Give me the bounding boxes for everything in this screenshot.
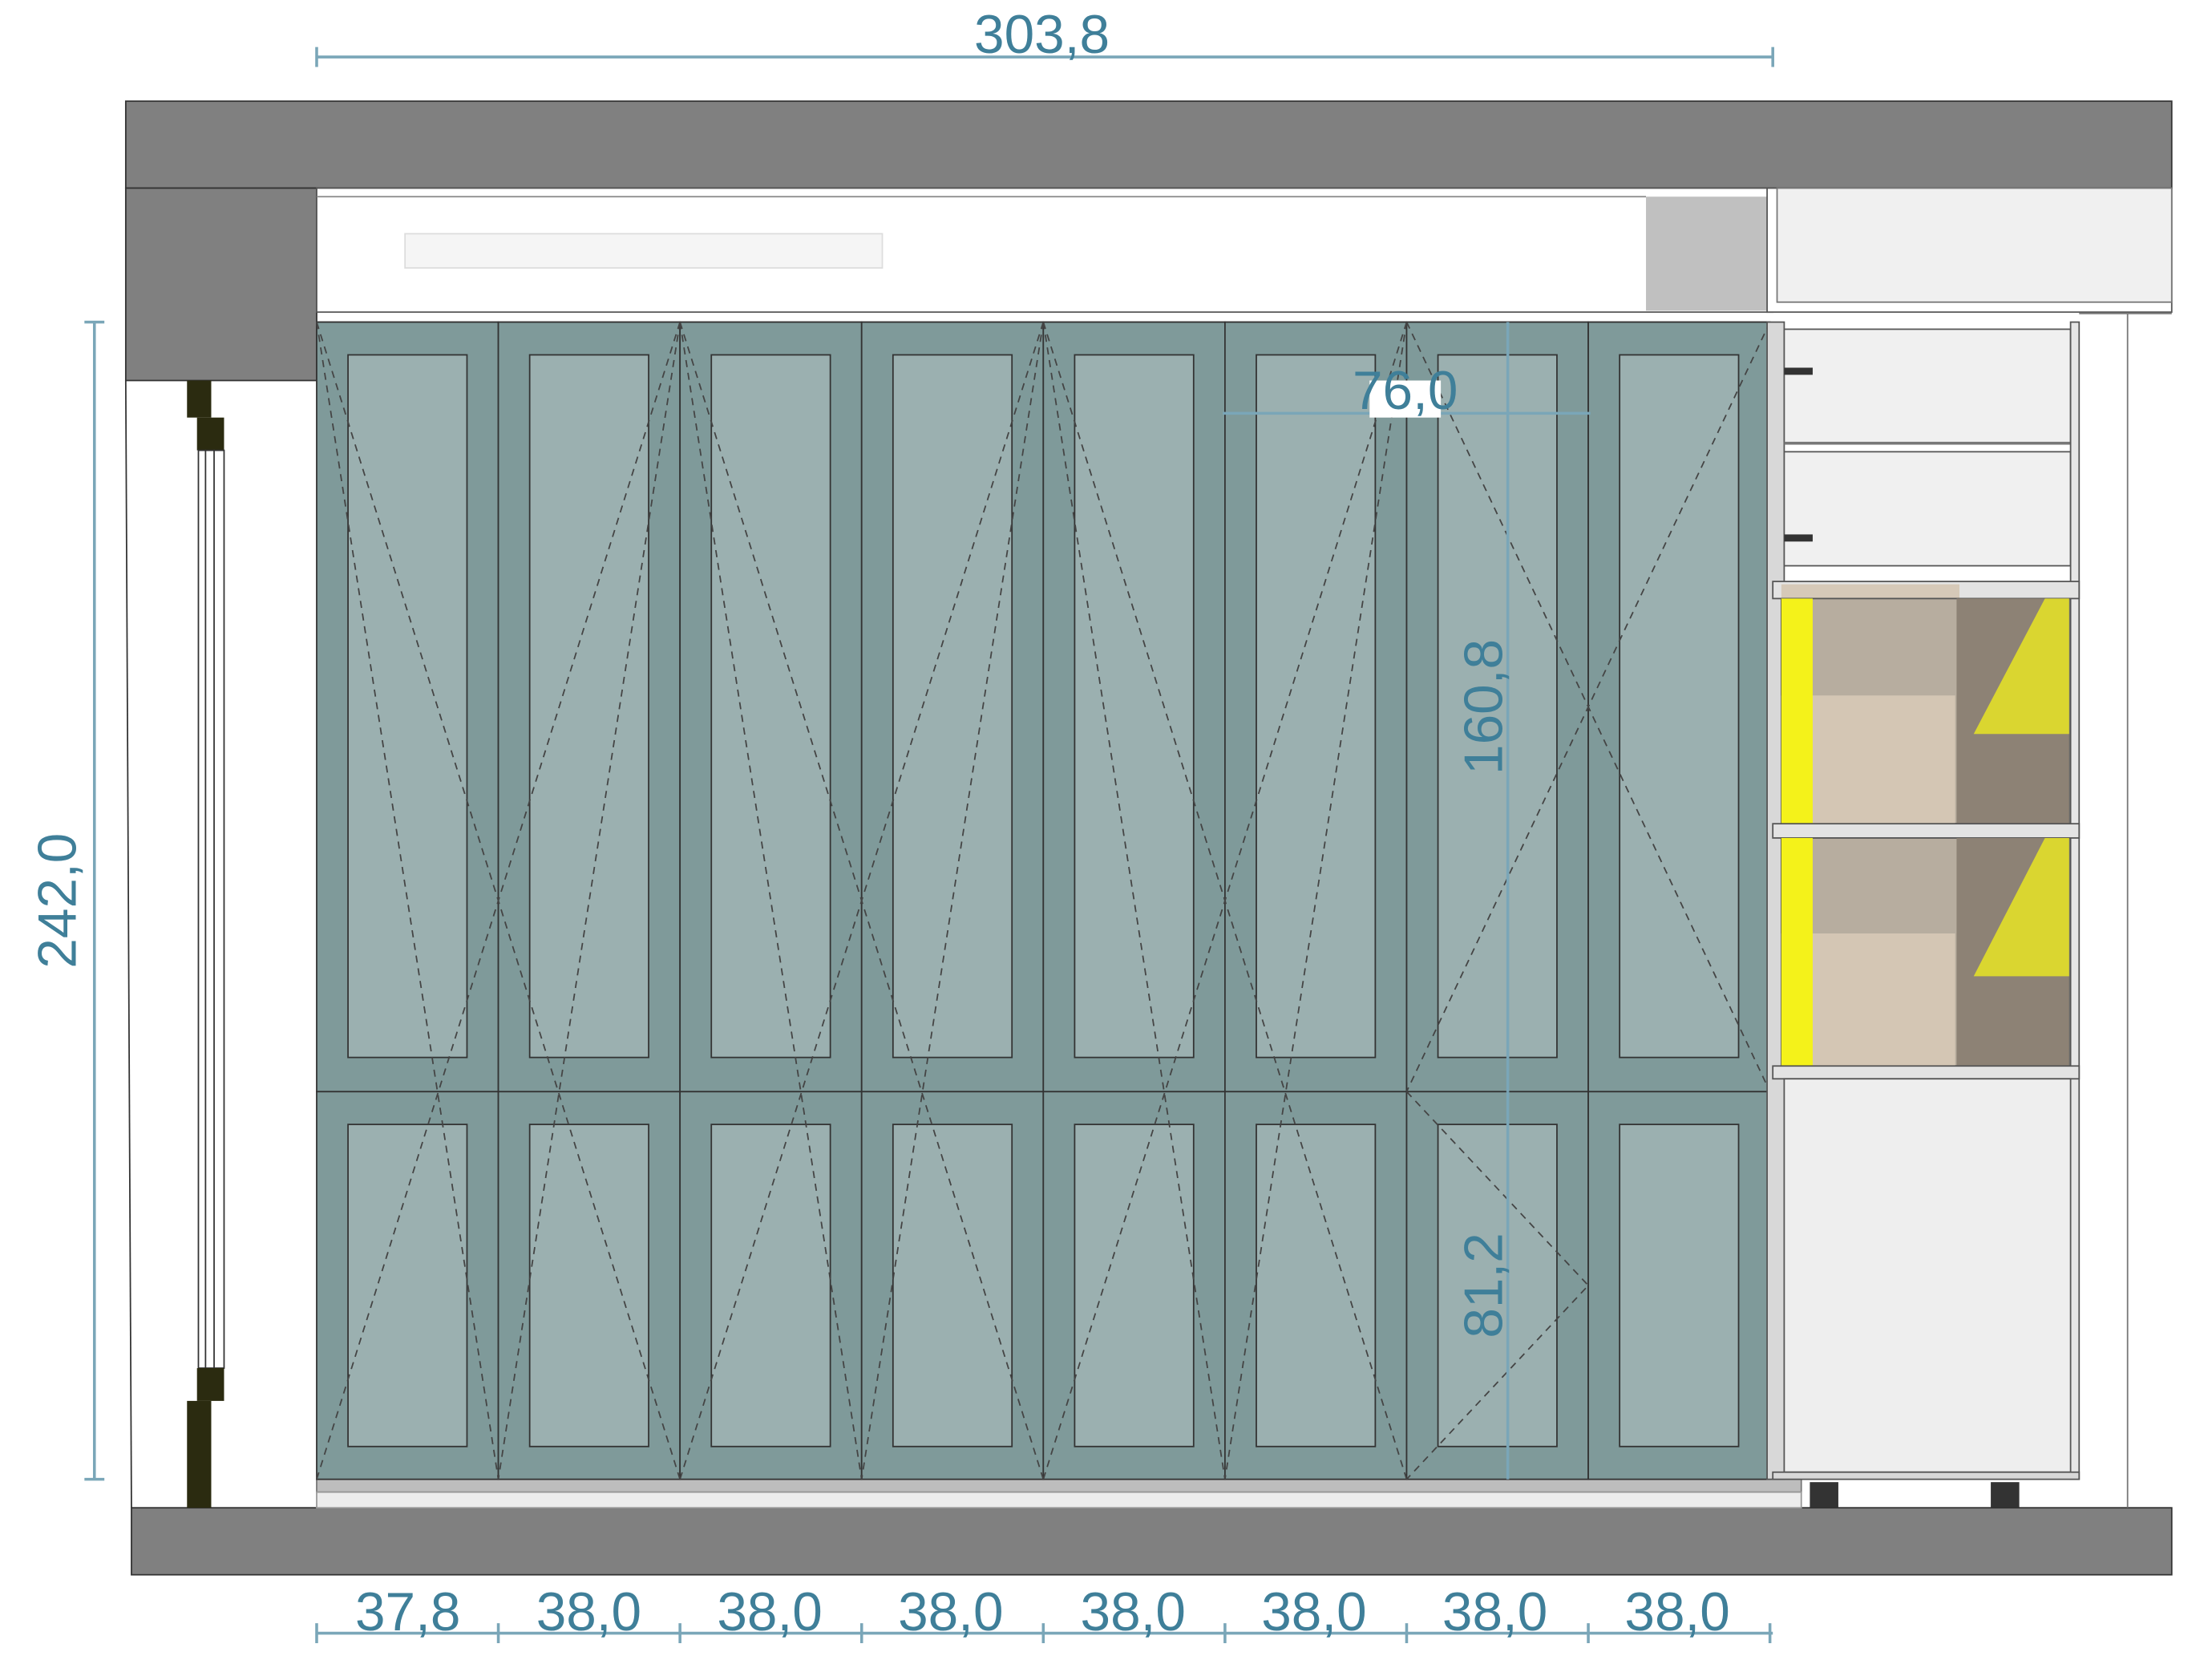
lower-door-panel — [1256, 1124, 1377, 1447]
upper-door-panel — [892, 354, 1013, 1059]
bottom-width-dimension: 38,0 — [1442, 1582, 1547, 1642]
lower-door-panel — [1074, 1124, 1195, 1447]
upper-door-panel — [528, 354, 649, 1059]
adjustable-foot-icon — [1810, 1482, 1838, 1508]
wall-block-left — [124, 187, 317, 382]
total-height-dimension: 242,0 — [28, 833, 88, 969]
upper-door-panel — [1256, 354, 1377, 1059]
lower-door-panel — [710, 1124, 831, 1447]
bottom-width-dimension: 38,0 — [898, 1582, 1003, 1642]
led-strip-icon — [1781, 837, 1813, 1067]
upper-door-panel — [347, 354, 468, 1059]
upper-door-panel — [710, 354, 831, 1059]
lower-door-panel — [1619, 1124, 1740, 1447]
total-width-dimension: 303,8 — [974, 5, 1110, 65]
right-shelving-unit — [1766, 313, 2172, 1508]
plinth — [316, 1478, 1802, 1509]
upper-height-dimension: 160,8 — [1454, 639, 1514, 775]
door-pair-width-dimension: 76,0 — [1353, 361, 1458, 421]
lower-door-panel — [892, 1124, 1013, 1447]
bulkhead — [316, 187, 2173, 323]
window-profile — [124, 380, 225, 1508]
floor-slab — [131, 1507, 2173, 1576]
lower-door-panel — [528, 1124, 649, 1447]
handle-icon — [1784, 534, 1813, 542]
bottom-width-dimension: 38,0 — [536, 1582, 641, 1642]
handle-icon — [1784, 367, 1813, 375]
lower-height-dimension: 81,2 — [1454, 1233, 1514, 1338]
bottom-width-dimension: 38,0 — [1261, 1582, 1366, 1642]
wardrobe-doors — [316, 321, 1771, 1480]
bottom-width-dimension: 38,0 — [1624, 1582, 1729, 1642]
upper-door-panel — [1074, 354, 1195, 1059]
wardrobe-elevation-drawing: 303,8 242,0 76,0 160,8 81,2 37,8 38,0 38… — [28, 5, 2173, 1644]
bottom-width-dimension: 38,0 — [1081, 1582, 1186, 1642]
led-strip-icon — [1781, 598, 1813, 824]
ceiling-slab — [124, 100, 2173, 189]
bottom-width-dimension: 38,0 — [717, 1582, 822, 1642]
lower-door-panel — [347, 1124, 468, 1447]
adjustable-foot-icon — [1991, 1482, 2020, 1508]
bottom-width-dimension: 37,8 — [355, 1582, 460, 1642]
upper-door-panel — [1619, 354, 1740, 1059]
